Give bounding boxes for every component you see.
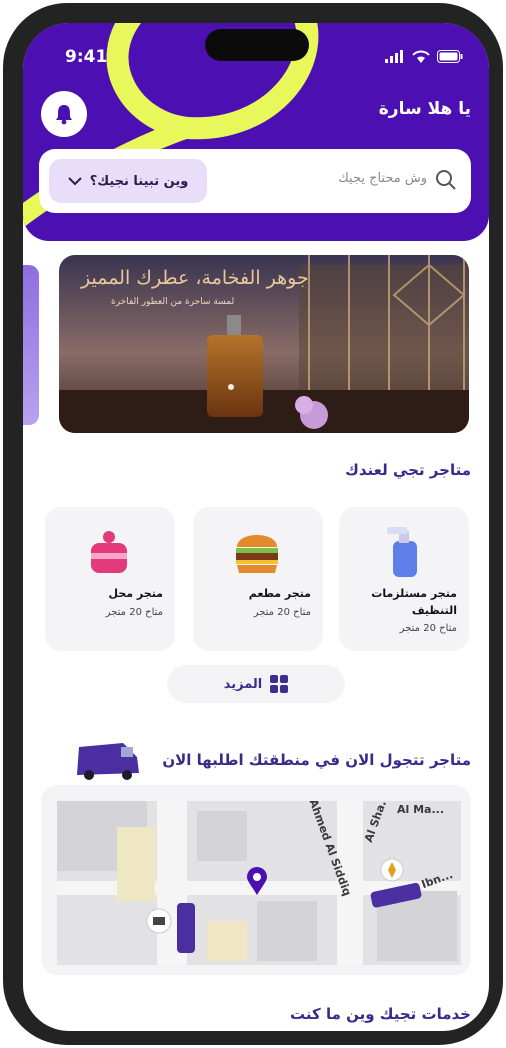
more-button[interactable]: المزيد <box>167 665 345 703</box>
burger-icon <box>236 535 278 573</box>
status-time: 9:41 <box>65 47 108 67</box>
phone-frame: 9:41 يا هلا سارة وين تبينا نجيك؟ وش محتا… <box>3 3 503 1045</box>
search-icon <box>436 170 456 190</box>
battery-icon <box>437 50 463 63</box>
spray-bottle-icon <box>387 527 417 577</box>
location-selector[interactable]: وين تبينا نجيك؟ <box>49 159 207 203</box>
grid-icon <box>270 675 289 693</box>
store-card-name: متجر مطعم <box>248 587 311 600</box>
cake-icon <box>91 531 127 573</box>
store-card-shop[interactable]: متجر محل متاح 20 متجر <box>45 507 175 651</box>
map-view[interactable]: Ahmed Al Siddiq Al Sha... Al Ma... Ibn..… <box>57 801 461 965</box>
dynamic-island <box>205 29 309 61</box>
header: 9:41 يا هلا سارة وين تبينا نجيك؟ وش محتا… <box>23 23 489 241</box>
chevron-down-icon <box>67 177 82 186</box>
notification-button[interactable] <box>41 91 87 137</box>
banner-subtitle: لمسة ساحرة من العطور الفاخرة <box>111 297 235 307</box>
map-van-marker-icon[interactable] <box>167 901 207 957</box>
stores-section-title: متاجر تجي لعندك <box>345 461 471 479</box>
wifi-icon <box>412 50 430 63</box>
van-icon <box>77 743 139 780</box>
promo-banner[interactable]: جوهر الفخامة، عطرك المميز لمسة ساحرة من … <box>59 255 469 433</box>
street-label: Al Ma... <box>397 803 445 816</box>
greeting-text: يا هلا سارة <box>378 99 471 119</box>
store-bubble-icon <box>380 858 404 882</box>
store-card-name: متجر مستلزمات التنظيف <box>371 587 457 617</box>
map-card[interactable]: Ahmed Al Siddiq Al Sha... Al Ma... Ibn..… <box>41 785 471 975</box>
store-card-name: متجر محل <box>108 587 163 600</box>
search-bar[interactable]: وين تبينا نجيك؟ وش محتاج يجيك <box>39 149 471 213</box>
store-card-restaurant[interactable]: متجر مطعم متاح 20 متجر <box>193 507 323 651</box>
location-label: وين تبينا نجيك؟ <box>89 173 189 189</box>
location-pin-icon[interactable] <box>247 867 267 895</box>
more-label: المزيد <box>223 676 263 692</box>
signal-icon <box>385 50 403 63</box>
store-card-cleaning[interactable]: متجر مستلزمات التنظيف متاح 20 متجر <box>339 507 469 651</box>
bell-icon <box>56 105 72 125</box>
search-input[interactable]: وش محتاج يجيك <box>338 171 427 186</box>
status-icons <box>385 50 463 63</box>
banner-title: جوهر الفخامة، عطرك المميز <box>81 267 309 289</box>
store-card-count: متاح 20 متجر <box>253 607 311 618</box>
roaming-section-title: متاجر تتجول الان في منطقتك اطلبها الان <box>162 751 471 769</box>
app-screen: 9:41 يا هلا سارة وين تبينا نجيك؟ وش محتا… <box>23 23 489 1031</box>
services-section-title: خدمات تجيك وين ما كنت <box>290 1005 471 1023</box>
previous-banner-peek[interactable] <box>23 265 39 425</box>
store-card-count: متاح 20 متجر <box>399 623 457 634</box>
store-bubble-icon <box>146 908 172 934</box>
store-card-count: متاح 20 متجر <box>105 607 163 618</box>
